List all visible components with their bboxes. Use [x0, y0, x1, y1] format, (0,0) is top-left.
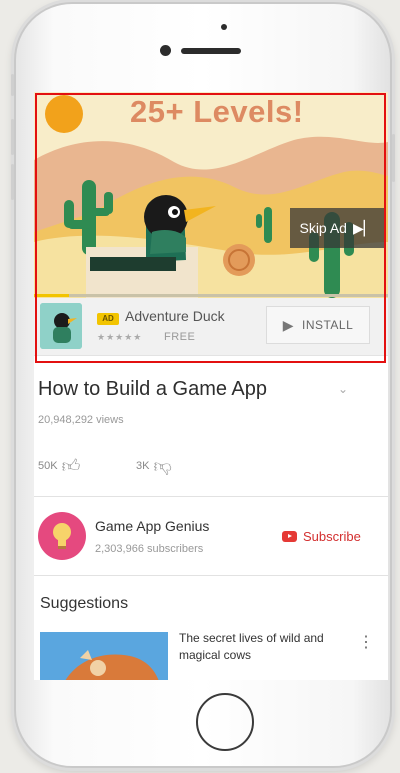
subscriber-count: 2,303,966 subscribers [95, 543, 204, 555]
suggestion-title[interactable]: The secret lives of wild and magical cow… [179, 630, 339, 664]
sun-shape [45, 95, 83, 133]
skip-next-icon: ▶▏ [352, 219, 375, 236]
thumbs-up-icon: 👍︎ [61, 456, 81, 476]
sensor [221, 24, 227, 30]
divider [34, 575, 388, 576]
ad-progress-bar [34, 294, 388, 297]
thumbs-down-icon: 👎︎ [153, 456, 172, 476]
skip-ad-button[interactable]: Skip Ad ▶▏ [290, 208, 384, 248]
more-vertical-icon[interactable]: ⋮ [358, 632, 374, 652]
volume-down-button [11, 164, 14, 200]
ad-badge: AD [97, 313, 119, 325]
like-count: 50K [38, 460, 58, 472]
app-icon[interactable] [40, 303, 82, 349]
home-button[interactable] [196, 693, 254, 751]
suggestions-heading: Suggestions [40, 595, 129, 612]
tumbleweed [223, 244, 255, 276]
channel-name[interactable]: Game App Genius [95, 518, 209, 534]
channel-avatar[interactable] [38, 512, 86, 560]
ad-progress-fill [34, 294, 70, 297]
ad-video-title: 25+ Levels! [130, 94, 304, 129]
volume-up-button [11, 119, 14, 155]
install-button[interactable]: ▶ INSTALL [266, 306, 370, 344]
lightbulb-icon [53, 523, 71, 549]
divider [34, 496, 388, 497]
dislike-button[interactable]: 3K 👎︎ [136, 455, 172, 477]
youtube-icon [282, 531, 297, 542]
duck-app-icon [40, 303, 82, 349]
price-label: FREE [164, 331, 196, 343]
video-title: How to Build a Game App [38, 378, 268, 400]
front-camera [160, 45, 171, 56]
suggestion-thumbnail[interactable] [40, 632, 168, 680]
ad-info-bar[interactable]: AD Adventure Duck ★★★★★ FREE ▶ INSTALL [34, 298, 388, 356]
app-screen: 25+ Levels! Skip Ad ▶▏ AD Adventure Duck… [34, 92, 388, 680]
subscribe-button[interactable]: Subscribe [282, 529, 361, 544]
ad-video-player[interactable]: 25+ Levels! Skip Ad ▶▏ [34, 92, 388, 298]
dislike-count: 3K [136, 460, 150, 472]
like-button[interactable]: 50K 👍︎ [38, 455, 80, 477]
power-button [392, 134, 395, 182]
play-icon: ▶ [282, 316, 294, 333]
skip-ad-label: Skip Ad [299, 220, 347, 236]
app-name: Adventure Duck [125, 308, 225, 324]
speaker [181, 48, 241, 54]
rating-stars: ★★★★★ [97, 332, 143, 342]
view-count: 20,948,292 views [38, 414, 124, 426]
cow-thumbnail-art [40, 632, 168, 680]
chevron-down-icon[interactable]: ⌄ [338, 382, 348, 396]
mute-switch [11, 74, 14, 96]
subscribe-label: Subscribe [303, 529, 361, 544]
install-label: INSTALL [301, 318, 354, 332]
